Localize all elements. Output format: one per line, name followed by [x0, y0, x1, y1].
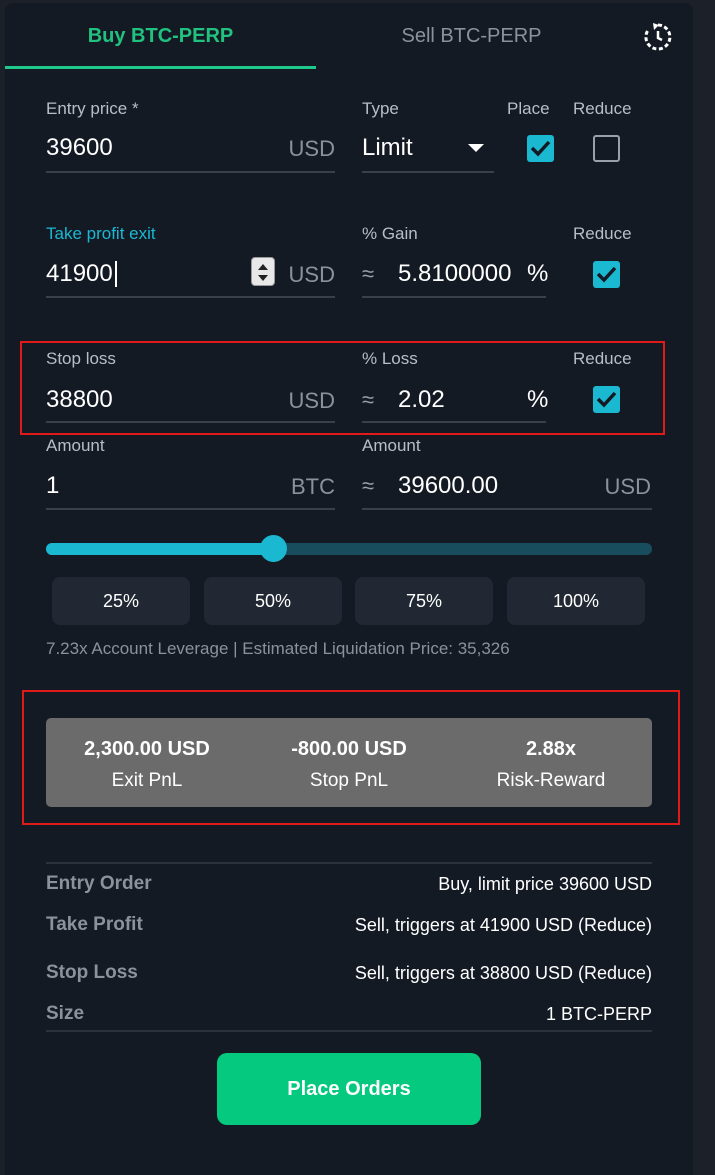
order-panel: Buy BTC-PERP Sell BTC-PERP Entry price *…: [5, 3, 693, 1175]
percent-100-button[interactable]: 100%: [507, 577, 645, 625]
amount-input[interactable]: 1: [46, 472, 59, 500]
take-profit-input[interactable]: 41900: [46, 260, 113, 288]
active-tab-indicator: [5, 66, 316, 69]
loss-unit: %: [527, 386, 549, 413]
amount-unit: BTC: [291, 474, 335, 499]
leverage-info: 7.23x Account Leverage | Estimated Liqui…: [46, 639, 510, 658]
gain-unit: %: [527, 260, 549, 287]
risk-reward-value: 2.88x: [525, 738, 577, 760]
percent-50-button[interactable]: 50%: [204, 577, 342, 625]
summary-value-entry: Buy, limit price 39600 USD: [438, 874, 652, 894]
amount-usd-underline: [362, 508, 652, 510]
order-type-select[interactable]: Limit: [362, 134, 413, 162]
take-profit-stepper[interactable]: [251, 257, 275, 286]
summary-label-entry: Entry Order: [46, 873, 152, 894]
stop-loss-reduce-checkbox[interactable]: [593, 386, 620, 413]
tab-buy[interactable]: Buy BTC-PERP: [5, 3, 316, 69]
approx-icon: ≈: [362, 261, 375, 286]
amount-usd-input[interactable]: 39600.00: [398, 472, 498, 500]
tab-sell[interactable]: Sell BTC-PERP: [316, 3, 627, 69]
percent-75-button[interactable]: 75%: [355, 577, 493, 625]
gain-input[interactable]: 5.8100000: [398, 260, 516, 288]
stop-loss-unit: USD: [288, 388, 335, 413]
exit-pnl-label: Exit PnL: [111, 770, 183, 791]
summary-label-take-profit: Take Profit: [46, 914, 143, 935]
loss-label: % Loss: [362, 349, 418, 368]
stop-loss-reduce-label: Reduce: [573, 349, 632, 368]
gain-label: % Gain: [362, 224, 418, 243]
stop-loss-label: Stop loss: [46, 349, 116, 368]
summary-value-take-profit: Sell, triggers at 41900 USD (Reduce): [354, 915, 652, 935]
take-profit-label: Take profit exit: [46, 224, 156, 243]
gain-underline: [362, 296, 546, 298]
summary-value-stop-loss: Sell, triggers at 38800 USD (Reduce): [354, 963, 652, 983]
entry-price-unit: USD: [288, 136, 335, 161]
slider-handle[interactable]: [260, 535, 287, 562]
amount-usd-label: Amount: [362, 436, 421, 455]
place-label: Place: [507, 99, 550, 118]
reset-icon[interactable]: [641, 20, 675, 54]
approx-icon: ≈: [362, 473, 375, 498]
order-type-underline: [362, 171, 494, 173]
amount-usd-unit: USD: [604, 474, 651, 499]
stop-pnl-label: Stop PnL: [309, 770, 389, 791]
chevron-down-icon[interactable]: [468, 144, 484, 152]
summary-value-size: 1 BTC-PERP: [545, 1004, 652, 1024]
stop-pnl-value: -800.00 USD: [291, 738, 407, 760]
place-checkbox[interactable]: [527, 135, 554, 162]
take-profit-underline: [46, 296, 335, 298]
summary-label-stop-loss: Stop Loss: [46, 962, 138, 983]
amount-underline: [46, 508, 335, 510]
text-cursor: [115, 261, 117, 287]
percent-25-button[interactable]: 25%: [52, 577, 190, 625]
take-profit-unit: USD: [288, 262, 335, 287]
summary-divider-bottom: [46, 1030, 652, 1032]
amount-label: Amount: [46, 436, 105, 455]
summary-label-size: Size: [46, 1003, 85, 1024]
pnl-summary: 2,300.00 USD Exit PnL -800.00 USD Stop P…: [46, 718, 652, 807]
place-orders-button[interactable]: Place Orders: [217, 1053, 481, 1125]
amount-slider[interactable]: [46, 535, 652, 562]
entry-price-input[interactable]: 39600: [46, 134, 113, 162]
risk-reward-label: Risk-Reward: [496, 770, 606, 791]
entry-price-underline: [46, 171, 335, 173]
slider-fill: [46, 543, 273, 555]
type-label: Type: [362, 99, 399, 118]
take-profit-reduce-label: Reduce: [573, 224, 632, 243]
approx-icon: ≈: [362, 387, 375, 412]
loss-input[interactable]: 2.02: [398, 386, 445, 414]
summary-divider-top: [46, 862, 652, 864]
entry-price-label: Entry price *: [46, 99, 139, 118]
take-profit-reduce-checkbox[interactable]: [593, 261, 620, 288]
loss-underline: [362, 421, 546, 423]
stop-loss-input[interactable]: 38800: [46, 386, 113, 414]
exit-pnl-value: 2,300.00 USD: [84, 738, 210, 760]
entry-reduce-checkbox[interactable]: [593, 135, 620, 162]
stop-loss-underline: [46, 421, 335, 423]
entry-reduce-label: Reduce: [573, 99, 632, 118]
